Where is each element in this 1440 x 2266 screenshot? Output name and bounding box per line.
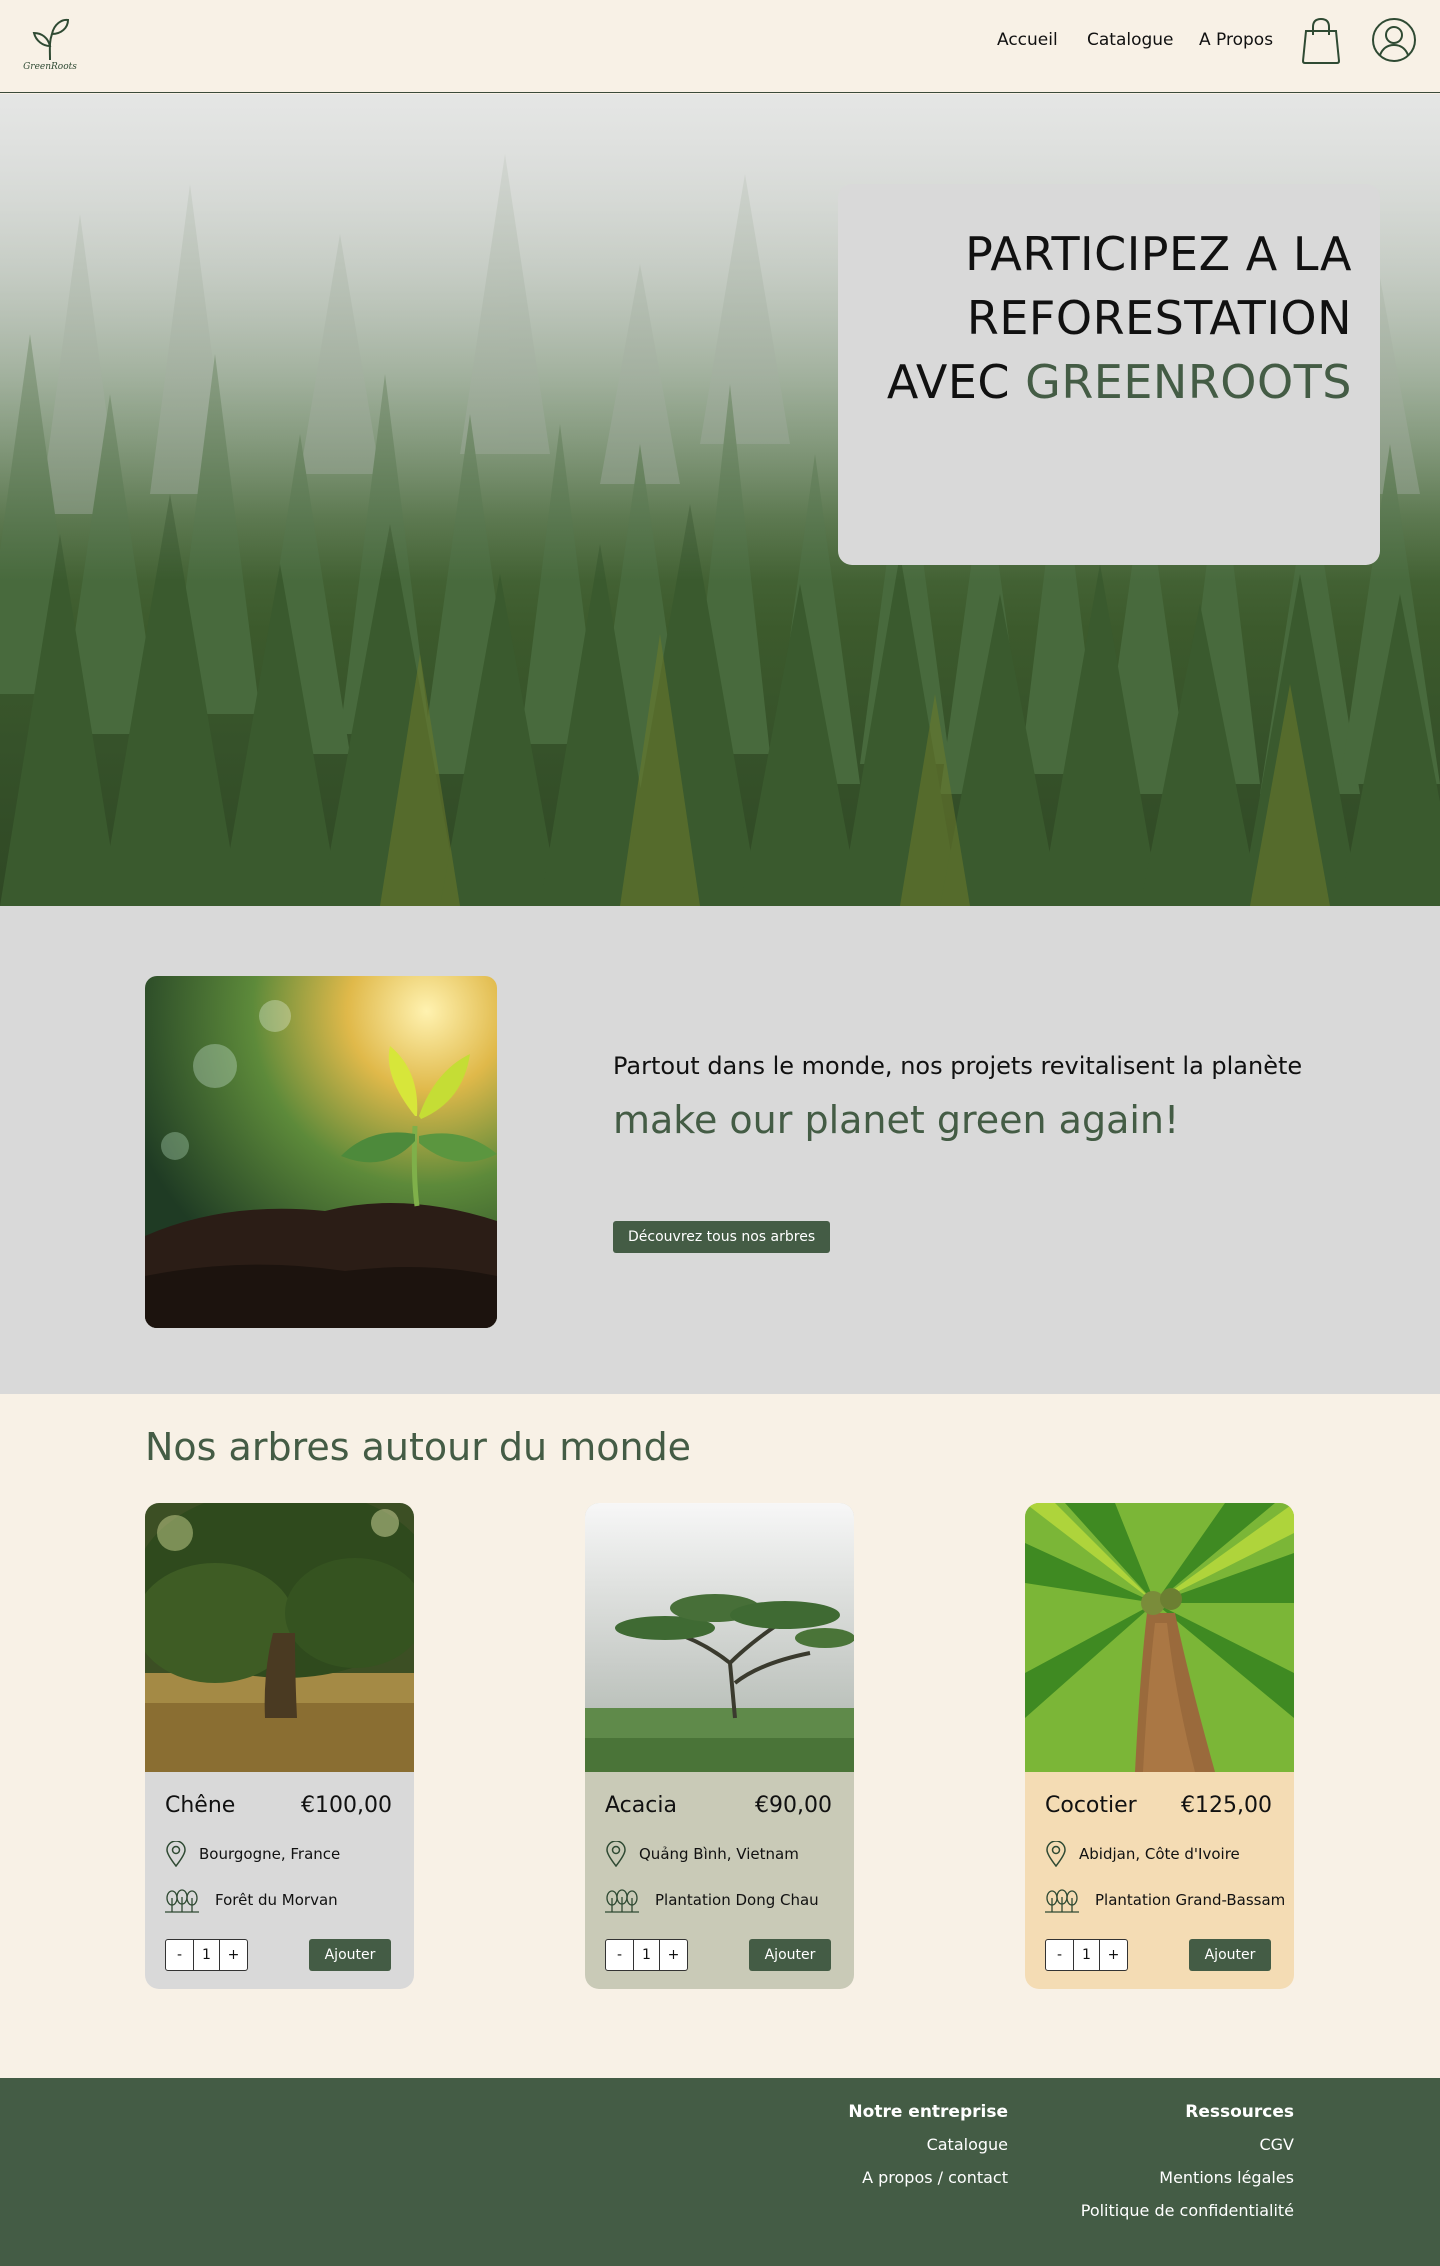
- discover-trees-button[interactable]: Découvrez tous nos arbres: [613, 1221, 831, 1253]
- footer-link-catalogue[interactable]: Catalogue: [848, 2135, 1008, 2155]
- footer-heading: Notre entreprise: [848, 2102, 1008, 2122]
- tree-name: Chêne: [165, 1793, 236, 1818]
- hero-title-accent: GREENROOTS: [1025, 355, 1352, 409]
- greenroots-logo[interactable]: GreenRoots: [22, 16, 78, 76]
- hero-title-panel: PARTICIPEZ A LA REFORESTATION AVEC GREEN…: [838, 184, 1380, 565]
- trees-section-title: Nos arbres autour du monde: [145, 1425, 692, 1469]
- hero-title-line-3: AVEC GREENROOTS: [862, 350, 1352, 414]
- hero-title-line-1: PARTICIPEZ A LA: [965, 227, 1352, 281]
- footer-column-resources: Ressources CGV Mentions légales Politiqu…: [1081, 2102, 1294, 2234]
- footer-heading: Ressources: [1185, 2102, 1294, 2122]
- quantity-increase-button[interactable]: +: [1100, 1940, 1127, 1970]
- quantity-decrease-button[interactable]: -: [1046, 1940, 1073, 1970]
- sprout-image: [145, 976, 497, 1328]
- tree-name: Cocotier: [1045, 1793, 1137, 1818]
- quantity-value[interactable]: 1: [1073, 1940, 1100, 1970]
- quantity-value[interactable]: 1: [633, 1940, 660, 1970]
- add-to-cart-button[interactable]: Ajouter: [749, 1939, 831, 1971]
- hero-banner: PARTICIPEZ A LA REFORESTATION AVEC GREEN…: [0, 94, 1440, 906]
- footer-link-about-contact[interactable]: A propos / contact: [848, 2168, 1008, 2188]
- user-account-icon[interactable]: [1371, 17, 1417, 67]
- intro-text: Partout dans le monde, nos projets revit…: [613, 1052, 1303, 1080]
- forest-icon: [1044, 1889, 1080, 1917]
- tree-forest: Plantation Dong Chau: [655, 1891, 819, 1909]
- footer-link-legal-notice[interactable]: Mentions légales: [1081, 2168, 1294, 2188]
- quantity-increase-button[interactable]: +: [220, 1940, 247, 1970]
- quantity-decrease-button[interactable]: -: [606, 1940, 633, 1970]
- footer-column-company: Notre entreprise Catalogue A propos / co…: [848, 2102, 1008, 2201]
- add-to-cart-button[interactable]: Ajouter: [1189, 1939, 1271, 1971]
- acacia-tree-image: [585, 1503, 854, 1772]
- tree-card-chene: Chêne €100,00 Bourgogne, France Forêt du…: [145, 1503, 414, 1989]
- tree-location: Bourgogne, France: [199, 1845, 341, 1863]
- footer-link-cgv[interactable]: CGV: [1081, 2135, 1294, 2155]
- quantity-stepper: - 1 +: [605, 1939, 688, 1971]
- intro-slogan: make our planet green again!: [613, 1098, 1180, 1142]
- hero-title-line-2: REFORESTATION: [966, 291, 1352, 345]
- nav-catalogue[interactable]: Catalogue: [1087, 30, 1174, 50]
- tree-price: €100,00: [301, 1793, 392, 1818]
- quantity-decrease-button[interactable]: -: [166, 1940, 193, 1970]
- site-footer: Notre entreprise Catalogue A propos / co…: [0, 2078, 1440, 2266]
- quantity-increase-button[interactable]: +: [660, 1940, 687, 1970]
- footer-link-privacy-policy[interactable]: Politique de confidentialité: [1081, 2201, 1294, 2221]
- hero-title: PARTICIPEZ A LA REFORESTATION AVEC GREEN…: [862, 222, 1352, 414]
- quantity-stepper: - 1 +: [1045, 1939, 1128, 1971]
- shopping-bag-icon[interactable]: [1300, 17, 1342, 69]
- tree-price: €125,00: [1181, 1793, 1272, 1818]
- sprout-logo-icon: [32, 18, 70, 61]
- tree-location: Abidjan, Côte d'Ivoire: [1079, 1845, 1240, 1863]
- tree-card-cocotier: Cocotier €125,00 Abidjan, Côte d'Ivoire …: [1025, 1503, 1294, 1989]
- tree-card-acacia: Acacia €90,00 Quảng Bình, Vietnam Planta…: [585, 1503, 854, 1989]
- forest-icon: [164, 1889, 200, 1917]
- logo-text: GreenRoots: [23, 62, 77, 72]
- tree-price: €90,00: [755, 1793, 832, 1818]
- coconut-palm-image: [1025, 1503, 1294, 1772]
- intro-section: Partout dans le monde, nos projets revit…: [0, 906, 1440, 1394]
- tree-location: Quảng Bình, Vietnam: [639, 1845, 799, 1863]
- location-pin-icon: [1045, 1840, 1067, 1871]
- add-to-cart-button[interactable]: Ajouter: [309, 1939, 391, 1971]
- quantity-stepper: - 1 +: [165, 1939, 248, 1971]
- hero-title-prefix: AVEC: [886, 355, 1026, 409]
- forest-icon: [604, 1889, 640, 1917]
- oak-tree-image: [145, 1503, 414, 1772]
- site-header: GreenRoots Accueil Catalogue A Propos: [0, 0, 1440, 93]
- location-pin-icon: [605, 1840, 627, 1871]
- tree-name: Acacia: [605, 1793, 677, 1818]
- nav-accueil[interactable]: Accueil: [997, 30, 1058, 50]
- location-pin-icon: [165, 1840, 187, 1871]
- quantity-value[interactable]: 1: [193, 1940, 220, 1970]
- tree-forest: Plantation Grand-Bassam: [1095, 1891, 1286, 1909]
- tree-forest: Forêt du Morvan: [215, 1891, 338, 1909]
- nav-a-propos[interactable]: A Propos: [1199, 30, 1273, 50]
